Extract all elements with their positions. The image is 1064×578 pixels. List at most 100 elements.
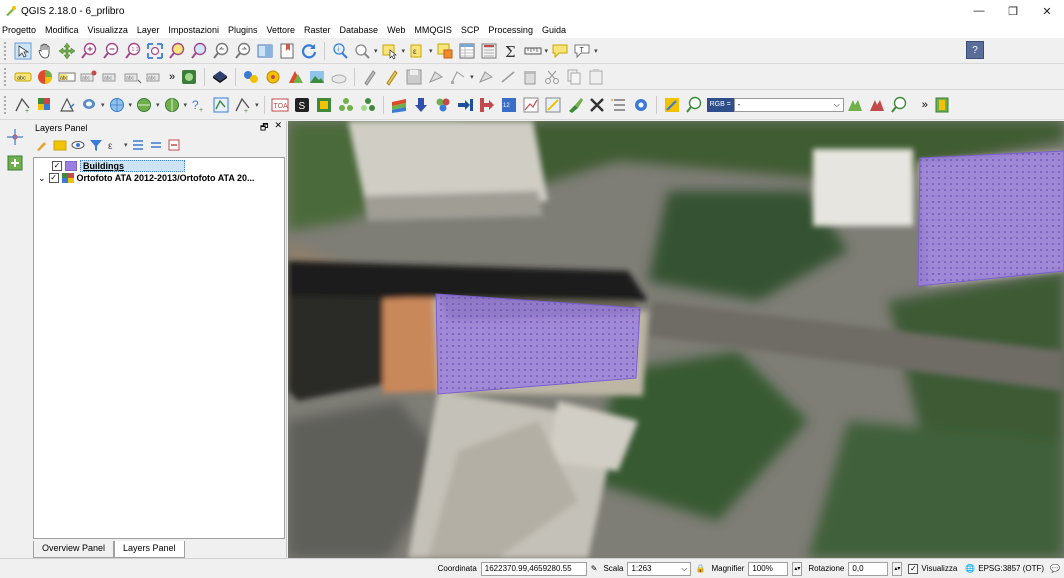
magnifier-spinner[interactable]: ▴▾ (792, 561, 803, 576)
statistical-summary-icon[interactable]: Σ (501, 41, 521, 61)
classification-tree-icon[interactable] (336, 95, 356, 115)
vertex-edit-icon[interactable] (498, 67, 518, 87)
menu-mmqgis[interactable]: MMQGIS (414, 25, 452, 35)
menu-modifica[interactable]: Modifica (45, 25, 79, 35)
toolbar-overflow-icon[interactable]: » (922, 99, 928, 111)
move-label-icon[interactable]: abc (123, 67, 143, 87)
add-delimited-text-icon[interactable]: ? + (189, 95, 209, 115)
new-shapefile-layer-icon[interactable] (211, 95, 231, 115)
extents-toggle-icon[interactable]: ✎ (591, 564, 598, 573)
float-panel-icon[interactable]: 🗗 (260, 120, 268, 136)
annotation-dropdown-icon[interactable]: ▾ (594, 47, 598, 55)
processing-toolbox-icon[interactable] (263, 67, 283, 87)
measure-dropdown-icon[interactable]: ▾ (545, 47, 549, 55)
add-wfs-layer-icon[interactable] (162, 95, 182, 115)
settings-list-icon[interactable] (609, 95, 629, 115)
zoom-selection-icon[interactable] (167, 41, 187, 61)
semi-automatic-classification-icon[interactable] (285, 67, 305, 87)
menu-layer[interactable]: Layer (137, 25, 160, 35)
add-group-icon[interactable] (52, 137, 68, 153)
highlight-label-icon[interactable]: abc (57, 67, 77, 87)
zoom-native-icon[interactable]: 1:1 (123, 41, 143, 61)
rgb-composite-icon[interactable] (389, 95, 409, 115)
new-map-view-icon[interactable] (255, 41, 275, 61)
select-by-value-dropdown-icon[interactable]: ▾ (429, 47, 433, 55)
toolbar-overflow-icon[interactable]: » (169, 71, 175, 83)
label-tool-icon[interactable]: abc (13, 67, 33, 87)
maximize-button[interactable]: ❐ (996, 0, 1030, 22)
pan-hand-icon[interactable] (35, 41, 55, 61)
show-rgb-icon[interactable] (845, 95, 865, 115)
plugin-layer-icon[interactable] (179, 67, 199, 87)
add-wms-layer-icon[interactable] (107, 95, 127, 115)
add-postgis-dropdown-icon[interactable]: ▾ (101, 101, 105, 109)
add-layer-icon[interactable] (5, 153, 25, 173)
menu-guida[interactable]: Guida (542, 25, 566, 35)
close-button[interactable]: ✕ (1030, 0, 1064, 22)
cloud-icon[interactable] (329, 67, 349, 87)
zoom-full-icon[interactable] (145, 41, 165, 61)
refresh-icon[interactable] (299, 41, 319, 61)
georeferencer-icon[interactable] (5, 127, 25, 147)
collapse-all-icon[interactable] (148, 137, 164, 153)
save-edits-icon[interactable] (404, 67, 424, 87)
map-tips-icon[interactable] (550, 41, 570, 61)
select-features-icon[interactable] (380, 41, 400, 61)
zoom-preview-icon[interactable] (889, 95, 909, 115)
menu-impostazioni[interactable]: Impostazioni (168, 25, 219, 35)
magnifier-field[interactable]: 100% (748, 561, 789, 576)
chevron-down-icon[interactable]: ⌄ (38, 173, 46, 184)
add-postgis-layer-icon[interactable] (79, 95, 99, 115)
digitize-layer-icon[interactable] (210, 67, 230, 87)
add-vector-layer-icon[interactable]: + (13, 95, 33, 115)
run-action-dropdown-icon[interactable]: ▾ (374, 47, 378, 55)
filter-expression-icon[interactable]: ε (106, 137, 122, 153)
select-by-value-icon[interactable]: ε (407, 41, 427, 61)
scatter-plot-icon[interactable] (521, 95, 541, 115)
menu-processing[interactable]: Processing (488, 25, 533, 35)
text-annotation-icon[interactable]: T (572, 41, 592, 61)
layer-visibility-checkbox[interactable]: ✓ (52, 161, 62, 171)
delete-selected-icon[interactable] (520, 67, 540, 87)
toolbar-grip[interactable] (4, 41, 8, 60)
layer-tree[interactable]: ✓ Buildings ⌄ ✓ Ortofoto ATA 2012-2013/O… (33, 157, 285, 539)
manage-visibility-icon[interactable] (70, 137, 86, 153)
messages-icon[interactable]: 💬 (1050, 564, 1060, 573)
add-wcs-dropdown-icon[interactable]: ▾ (156, 101, 160, 109)
export-icon[interactable] (477, 95, 497, 115)
toa-reflectance-button[interactable]: TOA (270, 95, 290, 115)
add-raster-layer-icon[interactable] (35, 95, 55, 115)
menu-database[interactable]: Database (340, 25, 379, 35)
filter-legend-icon[interactable] (88, 137, 104, 153)
node-tool-icon[interactable] (448, 67, 468, 87)
toggle-editing-icon[interactable] (360, 67, 380, 87)
hide-rgb-icon[interactable] (867, 95, 887, 115)
layer-row-buildings[interactable]: ✓ Buildings (34, 160, 284, 172)
menu-visualizza[interactable]: Visualizza (88, 25, 128, 35)
tools-icon[interactable] (587, 95, 607, 115)
zoom-last-icon[interactable] (211, 41, 231, 61)
edit-pencil-icon[interactable] (382, 67, 402, 87)
crs-status[interactable]: EPSG:3857 (OTF) (978, 564, 1044, 573)
rotation-field[interactable]: 0,0 (848, 561, 889, 576)
plugin-puzzle-icon[interactable] (433, 95, 453, 115)
add-feature-icon[interactable] (426, 67, 446, 87)
tab-overview-panel[interactable]: Overview Panel (33, 541, 115, 558)
new-bookmark-icon[interactable] (277, 41, 297, 61)
gear-icon[interactable] (631, 95, 651, 115)
pan-to-selection-icon[interactable] (57, 41, 77, 61)
toolbar-grip[interactable] (4, 67, 8, 86)
layer-row-ortofoto[interactable]: ⌄ ✓ Ortofoto ATA 2012-2013/Ortofoto ATA … (34, 172, 284, 184)
menu-vettore[interactable]: Vettore (266, 25, 295, 35)
new-layer-dropdown-icon[interactable]: ▾ (255, 101, 259, 109)
menu-scp[interactable]: SCP (461, 25, 480, 35)
new-spatialite-layer-icon[interactable]: + (233, 95, 253, 115)
zoom-in-icon[interactable] (79, 41, 99, 61)
copy-features-icon[interactable] (564, 67, 584, 87)
menu-raster[interactable]: Raster (304, 25, 331, 35)
style-layer-icon[interactable] (34, 137, 50, 153)
roi-edit-icon[interactable] (543, 95, 563, 115)
download-arrow-icon[interactable] (411, 95, 431, 115)
add-spatialite-layer-icon[interactable] (57, 95, 77, 115)
import-icon[interactable] (455, 95, 475, 115)
